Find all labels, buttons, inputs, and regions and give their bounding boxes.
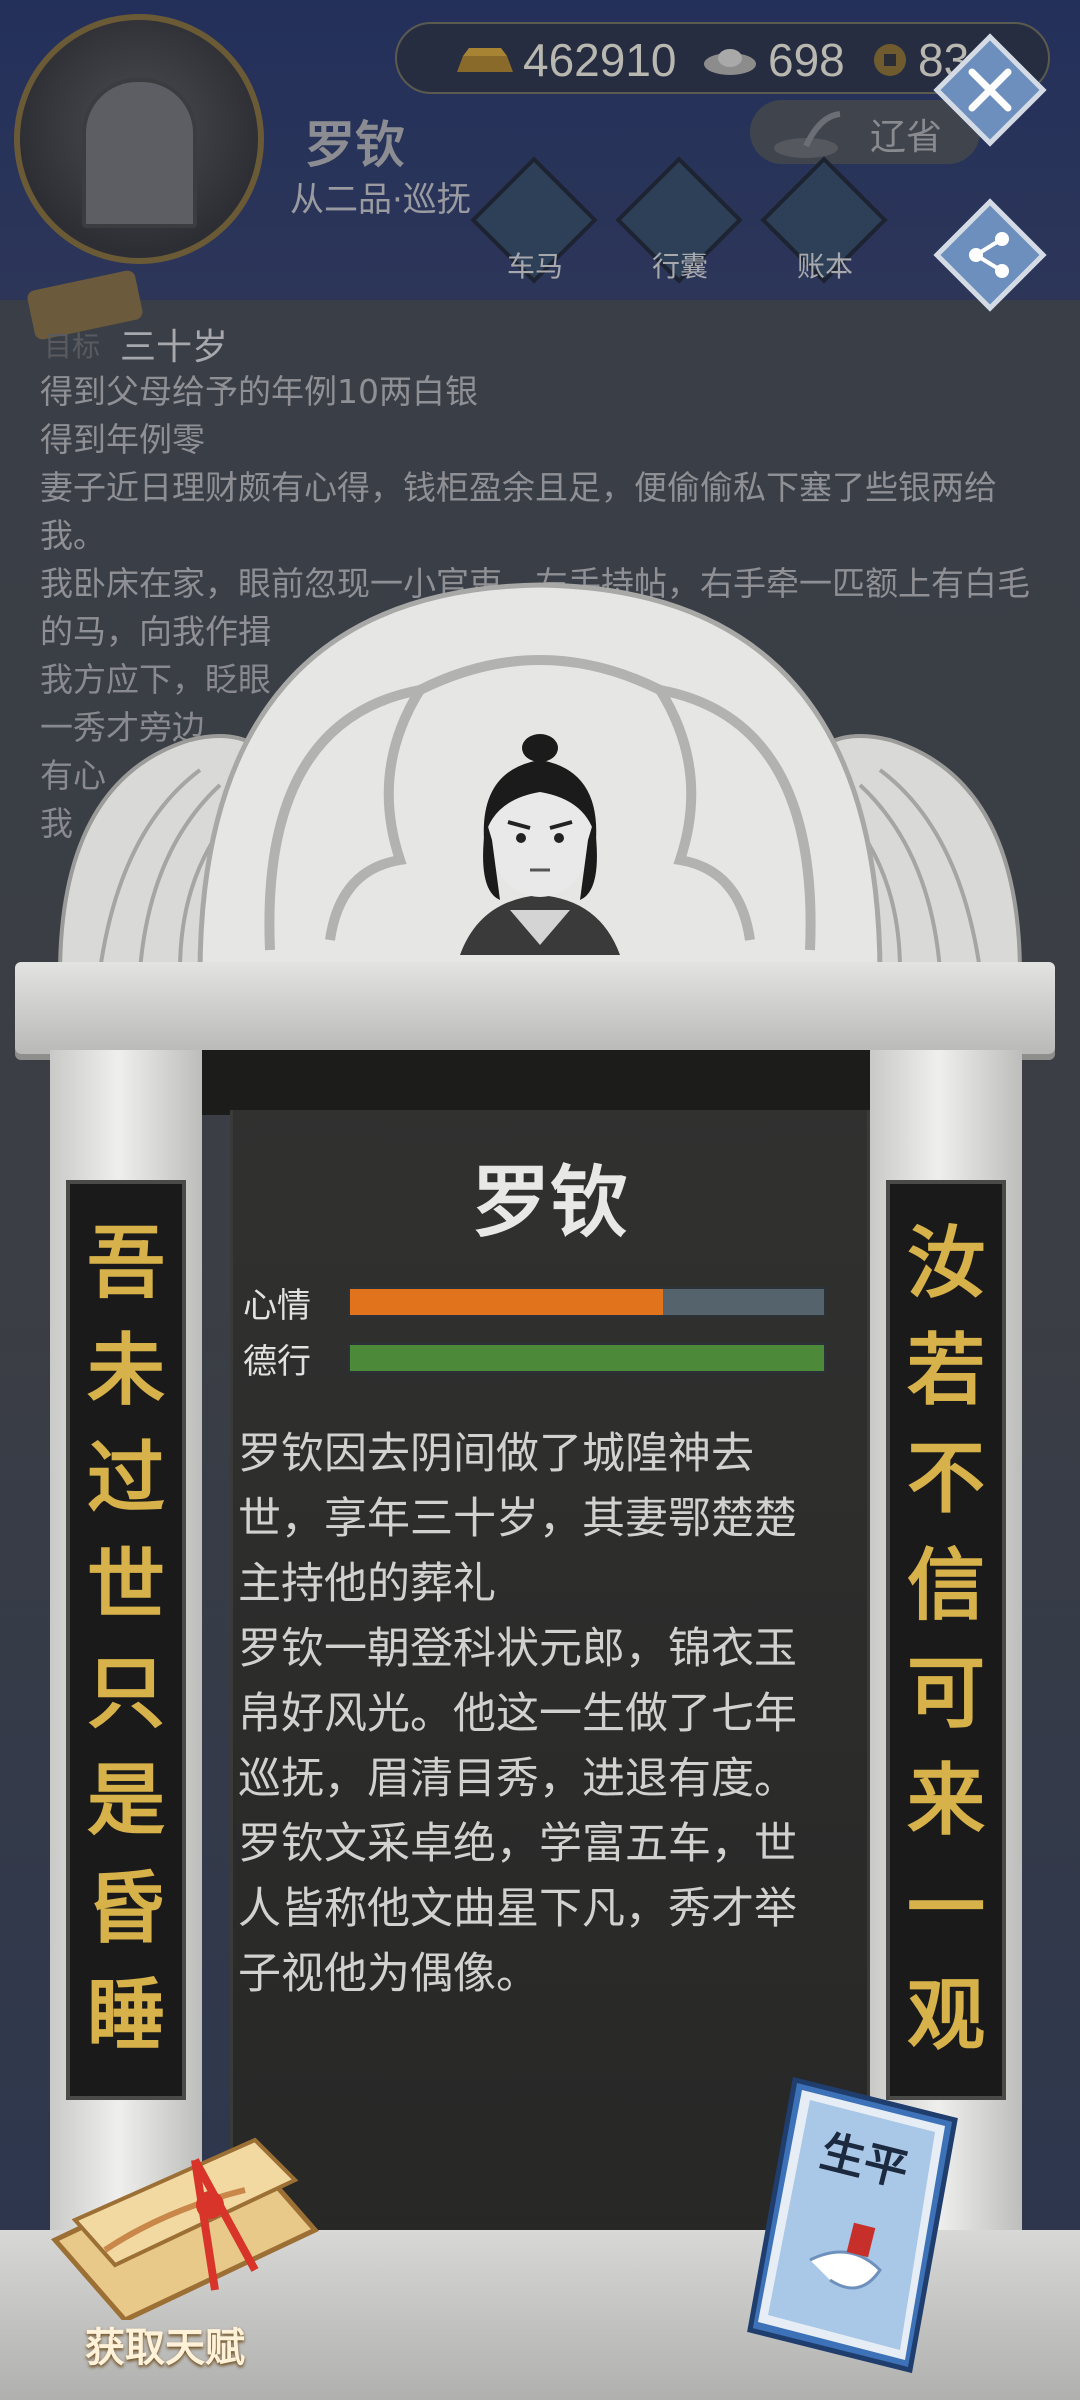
age-heading: 三十岁 xyxy=(120,327,229,368)
share-icon xyxy=(969,232,1009,278)
stat-label: 德行 xyxy=(243,1341,311,1382)
couplet-char: 是 xyxy=(86,1756,165,1847)
goal-label: 目标 xyxy=(44,330,101,363)
menu-label: 行囊 xyxy=(651,250,708,283)
couplet-char: 来 xyxy=(906,1756,985,1847)
story-line: 得到父母给予的年例10两白银 xyxy=(40,372,478,411)
tombstone-cornice xyxy=(15,962,1055,1054)
gold-value: 462910 xyxy=(523,34,677,86)
avatar[interactable] xyxy=(14,14,264,264)
get-talent-button[interactable]: 获取天赋 xyxy=(45,2120,335,2380)
couplet-char: 不 xyxy=(906,1433,985,1524)
story-line: 妻子近日理财颇有心得，钱柜盈余且足，便偷偷私下塞了些银两给我。 xyxy=(40,468,997,555)
tombstone-crest xyxy=(57,582,1023,978)
menu-label: 车马 xyxy=(506,250,563,283)
share-button[interactable] xyxy=(930,195,1050,315)
couplet-char: 世 xyxy=(86,1541,165,1632)
story-line: 得到年例零 xyxy=(40,420,205,459)
virtue-bar xyxy=(348,1343,826,1373)
silver-ingot-icon xyxy=(704,49,756,75)
epitaph-paragraph: 罗钦因去阴间做了城隍神去世，享年三十岁，其妻鄂楚楚主持他的葬礼 xyxy=(238,1429,797,1609)
couplet-char: 昏 xyxy=(86,1863,165,1954)
scroll-bundle-icon xyxy=(50,2137,320,2320)
menu-chema-button[interactable]: 车马 xyxy=(470,156,598,285)
couplet-char: 吾 xyxy=(86,1219,165,1309)
couplet-char: 观 xyxy=(906,1970,985,2061)
stat-label: 心情 xyxy=(243,1285,311,1326)
couplet-char: 只 xyxy=(86,1648,165,1739)
menu-label: 账本 xyxy=(796,250,853,283)
character-name: 罗钦 xyxy=(305,116,405,174)
deceased-name: 罗钦 xyxy=(471,1158,628,1248)
close-icon xyxy=(968,68,1012,112)
virtue-bar-fill xyxy=(350,1345,824,1371)
couplet-char: 信 xyxy=(906,1541,985,1632)
biography-book-icon: 生平 xyxy=(747,2076,958,2374)
mood-bar-fill xyxy=(350,1289,663,1315)
menu-xingnang-button[interactable]: 行囊 xyxy=(615,156,743,285)
stat-virtue: 德行 xyxy=(243,1334,843,1382)
biography-book-button[interactable]: 生平 xyxy=(740,2060,970,2380)
gold-resource: 462910 xyxy=(457,32,677,88)
mood-bar xyxy=(348,1287,826,1317)
epitaph-text: 罗钦因去阴间做了城隍神去世，享年三十岁，其妻鄂楚楚主持他的葬礼 罗钦一朝登科状元… xyxy=(238,1422,838,2007)
couplet-char: 睡 xyxy=(86,1970,165,2061)
tombstone-avatar-icon xyxy=(82,78,197,228)
couplet-left: 吾 未 过 世 只 是 昏 睡 xyxy=(66,1180,186,2100)
close-button[interactable] xyxy=(930,30,1050,150)
gold-ingot-icon xyxy=(457,48,513,72)
couplet-char: 未 xyxy=(86,1326,165,1417)
couplet-char: 一 xyxy=(906,1863,985,1954)
silver-resource: 698 xyxy=(702,32,845,88)
stat-mood: 心情 xyxy=(243,1278,843,1326)
ink-stone-icon xyxy=(774,111,841,158)
couplet-char: 汝 xyxy=(906,1219,985,1309)
copper-coin-icon xyxy=(874,44,906,76)
character-rank: 从二品·巡抚 xyxy=(290,180,471,220)
couplet-char: 过 xyxy=(86,1433,165,1524)
couplet-char: 若 xyxy=(906,1326,985,1417)
couplet-char: 可 xyxy=(906,1648,985,1739)
epitaph-paragraph: 罗钦一朝登科状元郎，锦衣玉帛好风光。他这一生做了七年巡抚，眉清目秀，进退有度。罗… xyxy=(238,1624,797,1999)
get-talent-label: 获取天赋 xyxy=(85,2325,245,2371)
tombstone-frame xyxy=(185,1050,915,1115)
silver-value: 698 xyxy=(768,34,845,86)
menu-zhangben-button[interactable]: 账本 xyxy=(760,156,888,285)
couplet-right: 汝 若 不 信 可 来 一 观 xyxy=(886,1180,1006,2100)
